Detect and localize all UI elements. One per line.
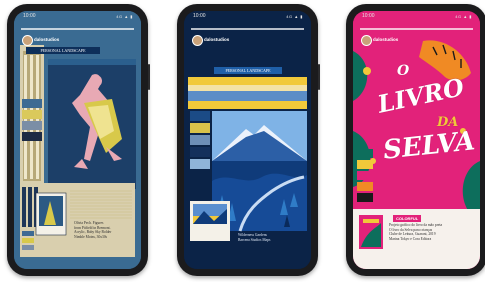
phone-2-screen: 10:00 4G ▲ ▮ dalostudios PERSONAL LANDSC… xyxy=(184,11,311,269)
story-banner: PERSONAL LANDSCAPE xyxy=(214,67,282,74)
tag-badge: COLORFUL xyxy=(393,215,422,222)
phone-2-artwork xyxy=(184,11,311,269)
swatch xyxy=(22,99,42,108)
story-progress-bar xyxy=(360,28,473,30)
caption-line: Barcena Studios Maps xyxy=(238,237,271,242)
phone-1: 10:00 4G ▲ ▮ dalostudios PERSONAL LANDSC… xyxy=(7,4,150,276)
signal-icon: 4G ▲ ▮ xyxy=(286,14,303,19)
story-progress-bar xyxy=(21,28,134,30)
status-time: 10:00 xyxy=(23,13,36,19)
username[interactable]: dalostudios xyxy=(34,37,59,42)
signal-icon: 4G ▲ ▮ xyxy=(116,14,133,19)
title-word: O xyxy=(397,63,410,79)
status-time: 10:00 xyxy=(362,13,375,19)
status-bar: 10:00 4G ▲ ▮ xyxy=(353,11,480,22)
status-bar: 10:00 4G ▲ ▮ xyxy=(14,11,141,22)
phone-3: 10:00 4G ▲ ▮ dalostudios O LIVRO DA SELV… xyxy=(346,4,485,276)
signal-icon: 4G ▲ ▮ xyxy=(455,14,472,19)
avatar[interactable] xyxy=(192,35,203,46)
caption-line: Marina Tokyo e Cora Editora xyxy=(389,236,432,241)
phone-3-screen: 10:00 4G ▲ ▮ dalostudios O LIVRO DA SELV… xyxy=(353,11,480,269)
caption: Wilderness Gardens Barcena Studios Maps xyxy=(238,233,304,242)
phone-1-screen: 10:00 4G ▲ ▮ dalostudios PERSONAL LANDSC… xyxy=(14,11,141,269)
caption: Projeto gráfico do livro da mão preta O … xyxy=(389,223,475,241)
username[interactable]: dalostudios xyxy=(204,37,229,42)
status-bar: 10:00 4G ▲ ▮ xyxy=(184,11,311,22)
caption: Olivia Pech. Figures from Pitfield in Br… xyxy=(74,221,134,239)
story-progress-bar xyxy=(191,28,304,30)
phone-2: 10:00 4G ▲ ▮ dalostudios PERSONAL LANDSC… xyxy=(177,4,320,276)
story-banner: PERSONAL LANDSCAPE xyxy=(26,47,100,54)
caption-line: Nimble Moins, 30x30s xyxy=(74,234,108,239)
avatar[interactable] xyxy=(361,35,372,46)
username[interactable]: dalostudios xyxy=(373,37,398,42)
status-time: 10:00 xyxy=(193,13,206,19)
avatar[interactable] xyxy=(22,35,33,46)
